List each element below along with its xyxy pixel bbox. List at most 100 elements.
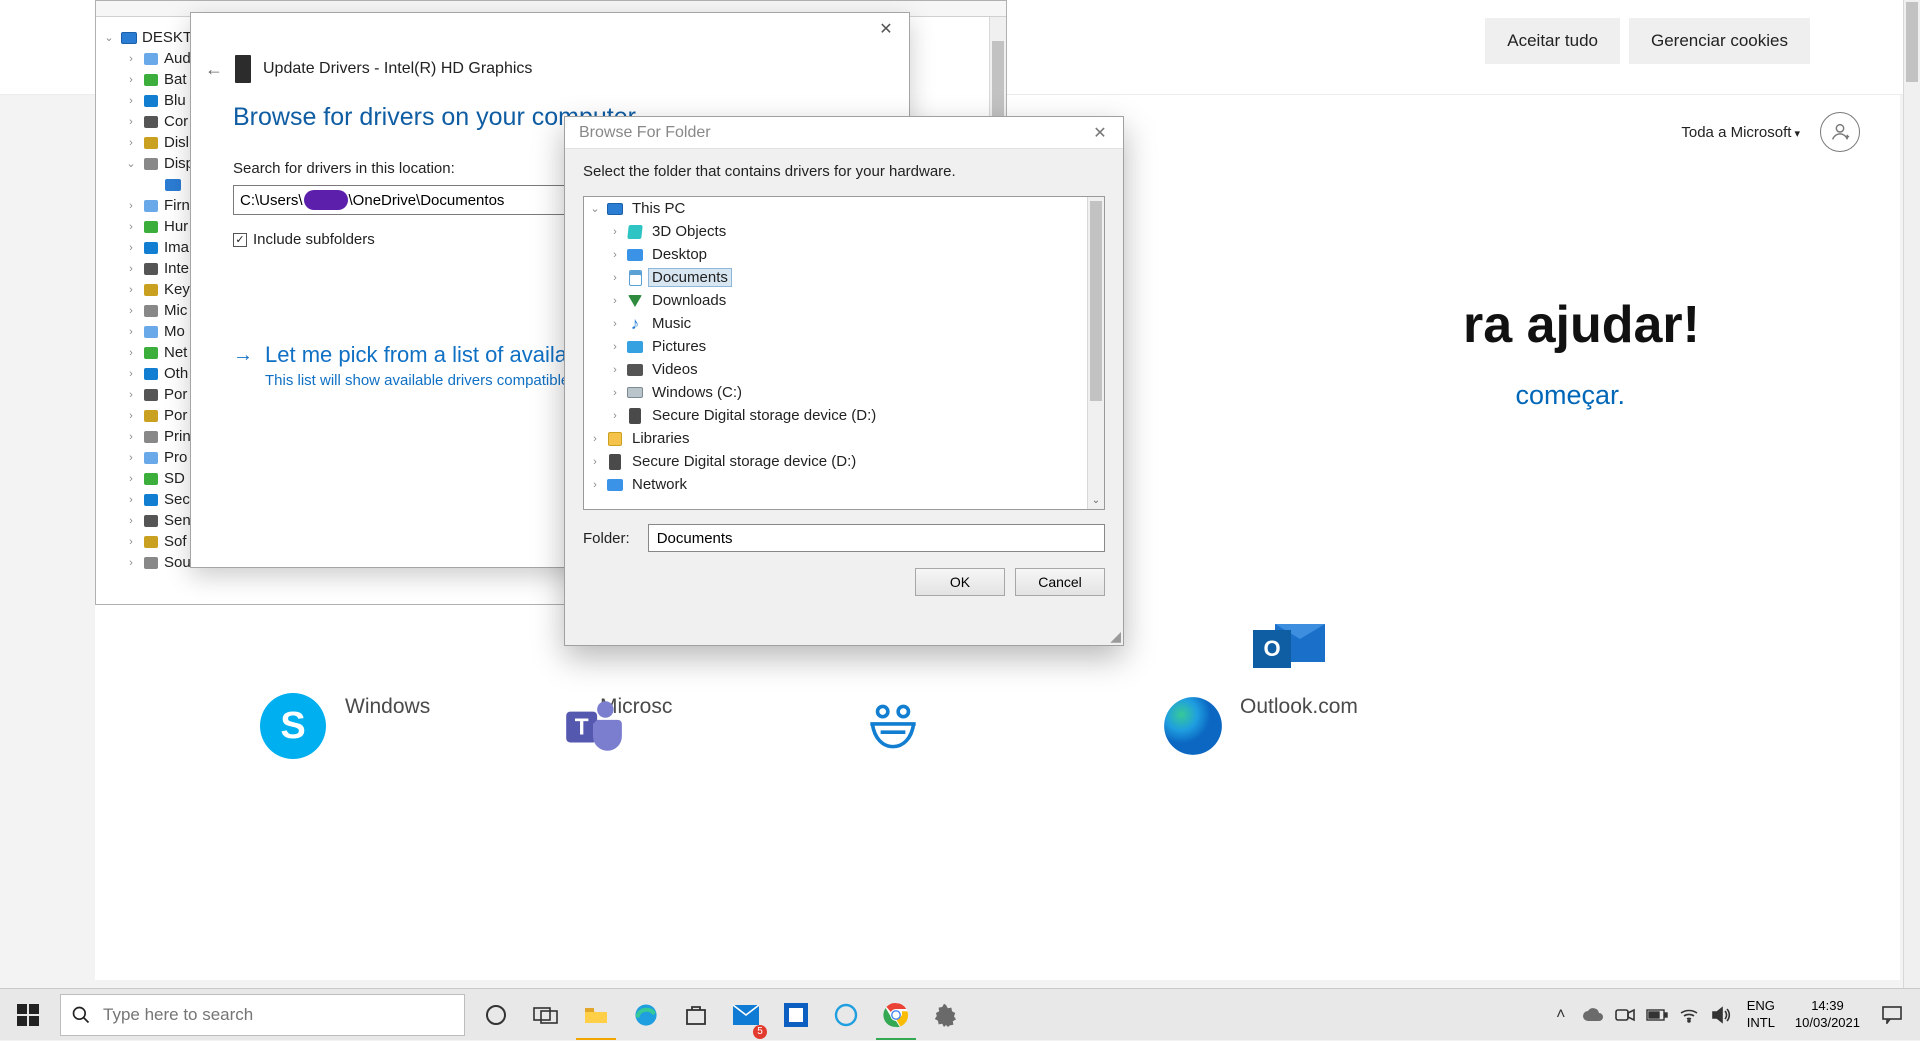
meet-now-tray-icon[interactable] [1609,989,1641,1041]
start-button[interactable] [0,989,56,1041]
tree-item[interactable]: ›Windows (C:) [584,381,1104,404]
expand-icon[interactable]: › [608,295,622,307]
microsoft-store-icon[interactable] [671,989,721,1041]
accept-cookies-button[interactable]: Aceitar tudo [1485,18,1620,64]
tree-item[interactable]: ›♪Music [584,312,1104,335]
expand-icon[interactable]: › [608,272,622,284]
skype-icon[interactable]: S [260,693,326,759]
cortana-icon[interactable] [471,989,521,1041]
language-indicator[interactable]: ENG INTL [1737,998,1785,1031]
expand-icon[interactable]: › [608,341,622,353]
path-suffix: \OneDrive\Documentos [349,192,505,209]
expand-icon[interactable]: › [608,249,622,261]
tray-expand-icon[interactable]: ˄ [1545,989,1577,1041]
ok-button[interactable]: OK [915,568,1005,596]
expand-icon[interactable]: › [124,536,138,548]
outlook-icon[interactable]: O [1253,620,1325,676]
tree-item[interactable]: ›Secure Digital storage device (D:) [584,450,1104,473]
wifi-tray-icon[interactable] [1673,989,1705,1041]
expand-icon[interactable]: › [588,479,602,491]
expand-icon[interactable]: › [608,364,622,376]
taskbar-search[interactable] [60,994,465,1036]
tree-item[interactable]: ›Desktop [584,243,1104,266]
expand-icon[interactable]: ⌄ [124,157,138,170]
file-explorer-icon[interactable] [571,989,621,1041]
settings-icon[interactable] [921,989,971,1041]
expand-icon[interactable]: › [124,494,138,506]
svg-text:T: T [575,713,589,739]
expand-icon[interactable]: › [124,137,138,149]
expand-icon[interactable]: › [608,410,622,422]
expand-icon[interactable]: › [124,74,138,86]
expand-icon[interactable]: › [124,200,138,212]
action-center-icon[interactable] [1870,1006,1914,1024]
volume-tray-icon[interactable] [1705,989,1737,1041]
tree-item[interactable]: ›Documents [584,266,1104,289]
expand-icon[interactable]: › [608,226,622,238]
clock[interactable]: 14:39 10/03/2021 [1785,998,1870,1031]
expand-icon[interactable]: › [124,95,138,107]
expand-icon[interactable]: › [124,242,138,254]
close-icon[interactable]: ✕ [863,13,909,45]
expand-icon[interactable]: › [124,284,138,296]
expand-icon[interactable]: › [124,431,138,443]
tree-item[interactable]: ›3D Objects [584,220,1104,243]
cortana-app-icon[interactable] [821,989,871,1041]
tree-item[interactable]: ›Network [584,473,1104,496]
tree-item[interactable]: ›Downloads [584,289,1104,312]
tree-item[interactable]: ›Libraries [584,427,1104,450]
edge-taskbar-icon[interactable] [621,989,671,1041]
folder-tree[interactable]: ⌄ This PC ›3D Objects›Desktop›Documents›… [583,196,1105,510]
back-icon[interactable]: ← [205,59,223,80]
expand-icon[interactable]: › [124,326,138,338]
expand-icon[interactable]: › [588,456,602,468]
expand-icon[interactable]: › [124,515,138,527]
page-scrollbar[interactable] [1903,0,1920,988]
tree-item[interactable]: ›Secure Digital storage device (D:) [584,404,1104,427]
folder-field[interactable] [648,524,1105,552]
folder-tree-scrollbar[interactable]: ⌄ [1087,197,1104,509]
device-category-icon [142,533,160,551]
cancel-button[interactable]: Cancel [1015,568,1105,596]
photos-icon[interactable] [771,989,821,1041]
mail-icon[interactable]: 5 [721,989,771,1041]
expand-icon[interactable]: › [124,452,138,464]
expand-icon[interactable]: › [124,473,138,485]
scrollbar-thumb[interactable] [1906,2,1918,82]
collapse-icon[interactable]: ⌄ [588,202,602,215]
teams-icon[interactable]: T [560,693,626,759]
tree-item-this-pc[interactable]: ⌄ This PC [584,197,1104,220]
chrome-icon[interactable] [871,989,921,1041]
tree-item[interactable]: ›Pictures [584,335,1104,358]
tree-item[interactable]: ›Videos [584,358,1104,381]
all-microsoft-menu[interactable]: Toda a Microsoft [1681,124,1800,141]
expand-icon[interactable]: › [588,433,602,445]
manage-cookies-button[interactable]: Gerenciar cookies [1629,18,1810,64]
close-icon[interactable]: ✕ [1077,117,1123,149]
onedrive-tray-icon[interactable] [1577,989,1609,1041]
scroll-down-icon[interactable]: ⌄ [1088,492,1104,509]
groupme-icon[interactable] [860,693,926,759]
expand-icon[interactable]: › [124,263,138,275]
battery-tray-icon[interactable] [1641,989,1673,1041]
resize-grip-icon[interactable]: ◢ [1107,629,1121,643]
expand-icon[interactable]: › [124,410,138,422]
expand-icon[interactable]: › [124,557,138,569]
expand-icon[interactable]: › [124,116,138,128]
task-view-icon[interactable] [521,989,571,1041]
scrollbar-thumb[interactable] [1090,201,1102,401]
edge-icon[interactable] [1160,693,1226,759]
expand-icon[interactable]: › [124,305,138,317]
expand-icon[interactable]: › [124,221,138,233]
collapse-icon[interactable]: ⌄ [102,31,116,44]
expand-icon[interactable]: › [608,387,622,399]
expand-icon[interactable]: › [124,368,138,380]
expand-icon[interactable]: › [124,53,138,65]
device-category-icon [142,92,160,110]
expand-icon[interactable]: › [608,318,622,330]
search-input[interactable] [103,1005,454,1025]
account-icon[interactable] [1820,112,1860,152]
expand-icon[interactable]: › [124,347,138,359]
expand-icon[interactable]: › [124,389,138,401]
device-category-icon [142,407,160,425]
